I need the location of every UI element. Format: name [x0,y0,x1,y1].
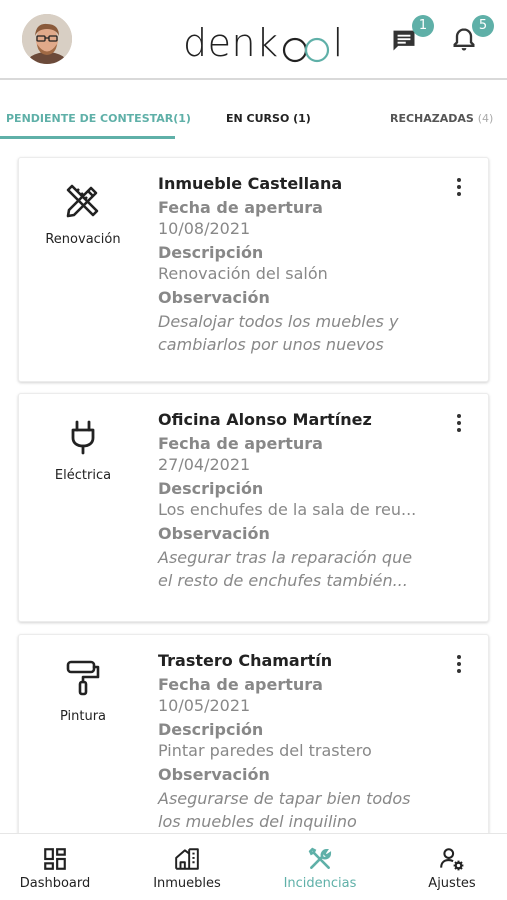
logo-text-left: denk [183,21,279,65]
category-label: Eléctrica [54,468,112,483]
observation-value: Asegurarse de tapar bien todos los muebl… [158,789,411,831]
logo-infinity-icon [280,30,332,63]
open-date-value: 10/05/2021 [158,696,251,715]
incident-card[interactable]: Eléctrica Oficina Alonso Martínez Fecha … [18,393,489,622]
notifications-button[interactable]: 5 [450,15,494,56]
property-name: Inmueble Castellana [158,174,343,193]
description-value: Los enchufes de la sala de reu... [158,500,417,519]
category-label: Pintura [59,709,107,724]
observation-label: Observación [158,288,270,307]
tab-in-progress[interactable]: EN CURSO (1) [226,112,311,125]
observation-label: Observación [158,524,270,543]
description-value: Renovación del salón [158,264,328,283]
property-name: Oficina Alonso Martínez [158,410,372,429]
nav-incidencias[interactable]: Incidencias [265,846,375,891]
nav-dashboard[interactable]: Dashboard [0,846,110,891]
open-date-value: 27/04/2021 [158,455,251,474]
open-date-value: 10/08/2021 [158,219,251,238]
incident-card[interactable]: Pintura Trastero Chamartín Fecha de aper… [18,634,489,844]
incident-card[interactable]: Renovación Inmueble Castellana Fecha de … [18,157,489,382]
description-value: Pintar paredes del trastero [158,741,372,760]
tab-pending[interactable]: PENDIENTE DE CONTESTAR(1) [6,112,191,125]
observation-label: Observación [158,765,270,784]
messages-badge: 1 [412,15,434,37]
nav-ajustes-label: Ajustes [428,876,476,891]
denkool-logo: denk l [183,21,344,65]
nav-inmuebles-label: Inmuebles [153,876,221,891]
tab-rejected[interactable]: RECHAZADAS (4) [390,112,493,125]
tab-rejected-label: RECHAZADAS [390,112,474,125]
description-label: Descripción [158,479,264,498]
tab-rejected-count: (4) [477,112,494,125]
paint-roller-icon [63,657,103,697]
building-icon [175,848,199,870]
observation-value: Asegurar tras la reparación que el resto… [158,548,413,590]
card-menu-icon[interactable] [456,655,462,677]
nav-dashboard-label: Dashboard [19,876,91,891]
plug-icon [63,416,103,456]
property-name: Trastero Chamartín [158,651,333,670]
dashboard-icon [44,848,66,870]
card-body: Oficina Alonso Martínez Fecha de apertur… [158,410,448,592]
user-avatar[interactable] [22,14,72,64]
description-label: Descripción [158,243,264,262]
nav-ajustes[interactable]: Ajustes [397,846,507,891]
app-header: denk l 1 5 [0,0,507,80]
open-date-label: Fecha de apertura [158,675,323,694]
observation-value: Desalojar todos los muebles y cambiarlos… [158,312,399,354]
tools-icon [308,847,332,869]
nav-inmuebles[interactable]: Inmuebles [132,846,242,891]
open-date-label: Fecha de apertura [158,434,323,453]
open-date-label: Fecha de apertura [158,198,323,217]
active-tab-indicator [0,136,175,139]
card-body: Inmueble Castellana Fecha de apertura 10… [158,174,448,356]
user-settings-icon [440,848,464,871]
nav-incidencias-label: Incidencias [283,876,357,891]
logo-text-right: l [332,21,344,65]
messages-button[interactable]: 1 [390,15,434,56]
notifications-badge: 5 [472,15,494,37]
card-menu-icon[interactable] [456,178,462,200]
bottom-navigation: Dashboard Inmuebles Incidencias Ajustes [0,833,507,900]
card-menu-icon[interactable] [456,414,462,436]
pencil-ruler-icon [63,180,103,220]
card-body: Trastero Chamartín Fecha de apertura 10/… [158,651,448,833]
status-tabs: PENDIENTE DE CONTESTAR(1) EN CURSO (1) R… [0,100,507,140]
description-label: Descripción [158,720,264,739]
category-label: Renovación [45,232,121,247]
